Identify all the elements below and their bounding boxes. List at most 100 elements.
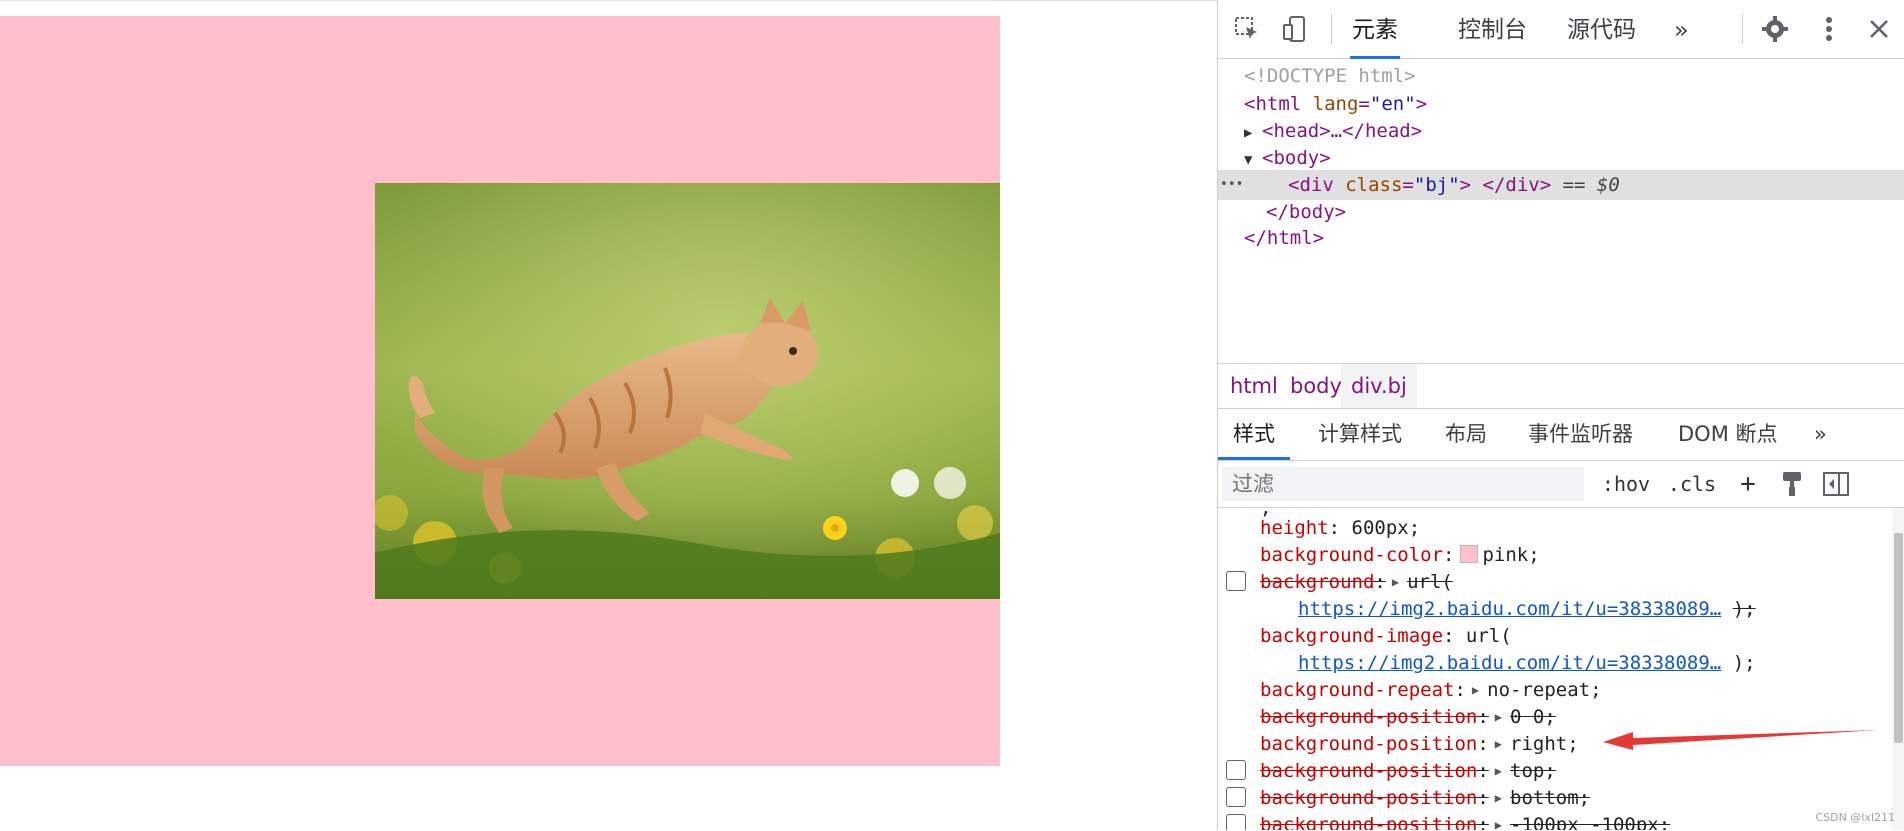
prop-name[interactable]: background-position: [1260, 787, 1477, 809]
toggle-sidebar-icon[interactable]: [1818, 467, 1854, 501]
bgimage-url-close: );: [1732, 652, 1756, 674]
rule-background-position-5[interactable]: background-position: ▶ -100px -100px;: [1260, 812, 1670, 830]
tab-console[interactable]: 控制台: [1456, 0, 1529, 56]
tab-elements[interactable]: 元素: [1350, 0, 1400, 59]
kitten-background-image: [375, 183, 1000, 599]
html-tag-close-bracket: >: [1415, 93, 1428, 115]
prop-value[interactable]: bottom;: [1510, 787, 1590, 809]
page-viewport: [0, 0, 1217, 831]
tab-dom-breakpoints[interactable]: DOM 断点: [1678, 408, 1778, 457]
color-swatch[interactable]: [1460, 545, 1479, 563]
more-style-tabs-button[interactable]: »: [1814, 408, 1827, 457]
prop-value[interactable]: top;: [1510, 760, 1556, 782]
expand-triangle-icon[interactable]: ▶: [1495, 731, 1502, 758]
prop-value[interactable]: url(: [1407, 571, 1453, 593]
prop-name[interactable]: background-color: [1260, 544, 1443, 566]
expand-triangle-icon[interactable]: ▶: [1392, 569, 1399, 596]
styles-tabbar: 样式 计算样式 布局 事件监听器 DOM 断点 »: [1218, 408, 1904, 461]
inspect-element-icon[interactable]: [1230, 12, 1264, 46]
prop-value[interactable]: pink;: [1482, 544, 1539, 566]
prop-value[interactable]: right;: [1510, 733, 1579, 755]
div-close-part: > </div>: [1459, 174, 1552, 196]
selected-node-marker: == $0: [1562, 174, 1620, 196]
tab-styles[interactable]: 样式: [1218, 408, 1290, 460]
dom-line-div-bj-selected[interactable]: ••• <div class="bj"> </div> == $0: [1218, 170, 1904, 200]
doctype-text: <!DOCTYPE html>: [1244, 65, 1416, 87]
dom-line-head[interactable]: ▶ <head>…</head>: [1218, 116, 1904, 146]
prop-value[interactable]: 0 0;: [1510, 706, 1556, 728]
expand-triangle-icon[interactable]: ▶: [1495, 704, 1502, 731]
kebab-menu-icon[interactable]: [1812, 12, 1846, 46]
rule-background-overridden[interactable]: background: ▶ url(: [1260, 569, 1453, 596]
html-lang-value: "en": [1369, 93, 1416, 115]
prop-name[interactable]: background-position: [1260, 733, 1477, 755]
prop-name[interactable]: height: [1260, 517, 1329, 539]
prop-name[interactable]: background: [1260, 571, 1374, 593]
html-lang-attr: lang: [1312, 93, 1359, 115]
rule-background-position-3[interactable]: background-position: ▶ top;: [1260, 758, 1556, 785]
watermark: CSDN @lxl211: [1815, 811, 1895, 824]
dom-line-html[interactable]: <html lang="en">: [1218, 89, 1904, 119]
more-tabs-button[interactable]: »: [1672, 0, 1691, 56]
rule-background-image-url-line[interactable]: https://img2.baidu.com/it/u=38338089… );: [1298, 650, 1756, 677]
prop-value[interactable]: -100px -100px;: [1510, 814, 1670, 830]
bg-url-link[interactable]: https://img2.baidu.com/it/u=38338089…: [1298, 598, 1721, 620]
dom-line-body[interactable]: ▼ <body>: [1218, 143, 1904, 173]
hover-state-toggle[interactable]: :hov: [1598, 467, 1654, 501]
prop-name[interactable]: background-position: [1260, 814, 1477, 830]
rule-checkbox[interactable]: [1226, 814, 1246, 830]
tab-computed[interactable]: 计算样式: [1318, 408, 1402, 457]
rule-background-color[interactable]: background-color: pink;: [1260, 542, 1540, 569]
tab-layout[interactable]: 布局: [1445, 408, 1487, 457]
dom-line-html-close[interactable]: </html>: [1218, 223, 1904, 253]
class-toggle[interactable]: .cls: [1664, 467, 1720, 501]
ellipsis-icon[interactable]: •••: [1220, 170, 1243, 200]
breadcrumb-html[interactable]: html: [1220, 364, 1288, 408]
paint-roller-icon[interactable]: [1774, 467, 1810, 501]
expand-triangle-icon[interactable]: ▶: [1472, 677, 1479, 704]
rule-checkbox[interactable]: [1226, 571, 1246, 591]
rule-background-position-2[interactable]: background-position: ▶ right;: [1260, 731, 1579, 758]
prop-name[interactable]: background-image: [1260, 625, 1443, 647]
rule-checkbox[interactable]: [1226, 787, 1246, 807]
html-open-tag: <html: [1244, 93, 1302, 115]
body-close-tag: </body>: [1266, 201, 1347, 223]
prop-value[interactable]: no-repeat;: [1487, 679, 1601, 701]
prop-name[interactable]: background-position: [1260, 706, 1477, 728]
rules-scrollbar[interactable]: [1892, 508, 1904, 830]
tab-sources[interactable]: 源代码: [1565, 0, 1638, 56]
dom-tree: <!DOCTYPE html> <html lang="en"> ▶ <head>…: [1218, 58, 1904, 363]
red-annotation-arrow-icon: [1603, 730, 1879, 750]
bj-div-box: [0, 16, 1000, 766]
prop-value[interactable]: 600px;: [1352, 517, 1421, 539]
rule-background-image[interactable]: background-image: url(: [1260, 623, 1512, 650]
expand-triangle-icon[interactable]: ▶: [1495, 758, 1502, 785]
expand-triangle-icon[interactable]: ▶: [1495, 812, 1502, 830]
rule-height[interactable]: height: 600px;: [1260, 515, 1420, 542]
device-toolbar-icon[interactable]: [1278, 12, 1312, 46]
prop-name[interactable]: background-repeat: [1260, 679, 1454, 701]
rule-background-url-line[interactable]: https://img2.baidu.com/it/u=38338089… );: [1298, 596, 1756, 623]
rule-background-position-1[interactable]: background-position: ▶ 0 0;: [1260, 704, 1556, 731]
dom-line-doctype[interactable]: <!DOCTYPE html>: [1218, 61, 1904, 91]
rule-background-repeat[interactable]: background-repeat: ▶ no-repeat;: [1260, 677, 1602, 704]
breadcrumb-div-bj[interactable]: div.bj: [1341, 364, 1417, 408]
new-style-rule-button[interactable]: +: [1733, 467, 1763, 501]
toolbar-divider: [1742, 14, 1743, 44]
rule-background-position-4[interactable]: background-position: ▶ bottom;: [1260, 785, 1590, 812]
body-open-tag: <body>: [1262, 147, 1331, 169]
prop-name[interactable]: background-position: [1260, 760, 1477, 782]
prop-value[interactable]: url(: [1466, 625, 1512, 647]
div-class-value: "bj": [1413, 174, 1460, 196]
styles-filter-input[interactable]: [1222, 467, 1584, 501]
rule-checkbox[interactable]: [1226, 760, 1246, 780]
settings-gear-icon[interactable]: [1758, 12, 1792, 46]
close-icon[interactable]: [1862, 12, 1896, 46]
head-collapsed-tag: <head>…</head>: [1262, 120, 1423, 142]
styles-filter-bar: :hov .cls +: [1218, 461, 1904, 508]
tab-event-listeners[interactable]: 事件监听器: [1528, 408, 1633, 457]
devtools-toolbar: 元素 控制台 源代码 »: [1218, 0, 1904, 59]
rules-scroll-thumb[interactable]: [1894, 533, 1903, 743]
bgimage-url-link[interactable]: https://img2.baidu.com/it/u=38338089…: [1298, 652, 1721, 674]
expand-triangle-icon[interactable]: ▶: [1495, 785, 1502, 812]
